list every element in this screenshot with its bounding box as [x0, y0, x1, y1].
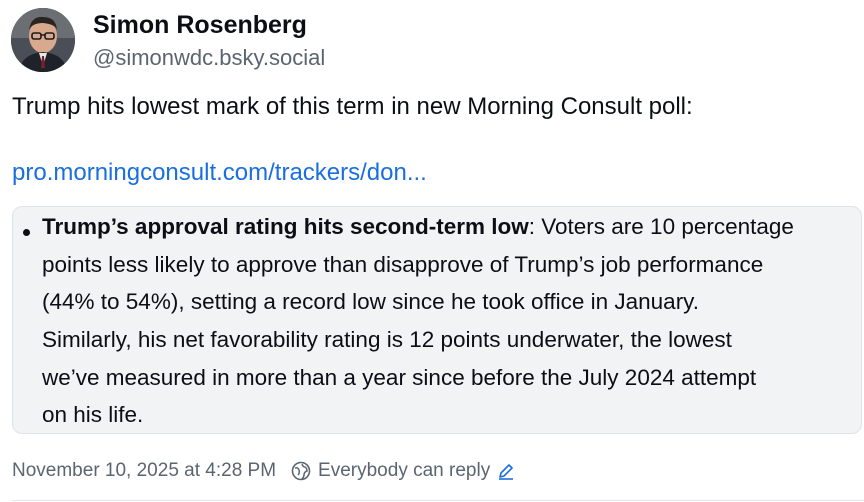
quote-line-5: we’ve measured in more than a year since… [42, 365, 757, 390]
post-link[interactable]: pro.morningconsult.com/trackers/don... [12, 156, 427, 190]
quote-line-1-text: : Voters are 10 percentage [528, 214, 794, 239]
divider [12, 500, 864, 501]
quote-bold-lead: Trump’s approval rating hits second-term… [42, 214, 529, 239]
author-block: Simon Rosenberg @simonwdc.bsky.social [93, 9, 325, 73]
quote-line-6: on his life. [42, 402, 144, 427]
post-meta: November 10, 2025 at 4:28 PM Everybody c… [12, 456, 516, 486]
avatar-photo-icon [11, 8, 75, 72]
reply-setting-label: Everybody can reply [318, 460, 491, 481]
quote-line-4: Similarly, his net favorability rating i… [42, 327, 732, 352]
author-display-name[interactable]: Simon Rosenberg [93, 9, 325, 41]
quote-line-2: points less likely to approve than disap… [42, 252, 764, 277]
quote-line-3: (44% to 54%), setting a record low since… [42, 289, 700, 314]
quote-line-1: Trump’s approval rating hits second-term… [42, 212, 794, 242]
link-preview-quote[interactable]: Trump’s approval rating hits second-term… [12, 206, 862, 434]
globe-icon [290, 460, 312, 482]
pencil-icon[interactable] [496, 461, 516, 481]
post-timestamp[interactable]: November 10, 2025 at 4:28 PM [12, 460, 276, 482]
post-text: Trump hits lowest mark of this term in n… [12, 93, 693, 120]
author-handle[interactable]: @simonwdc.bsky.social [93, 43, 325, 73]
bullet-icon [23, 229, 30, 236]
post: Simon Rosenberg @simonwdc.bsky.social Tr… [0, 0, 864, 502]
avatar[interactable] [11, 8, 75, 72]
